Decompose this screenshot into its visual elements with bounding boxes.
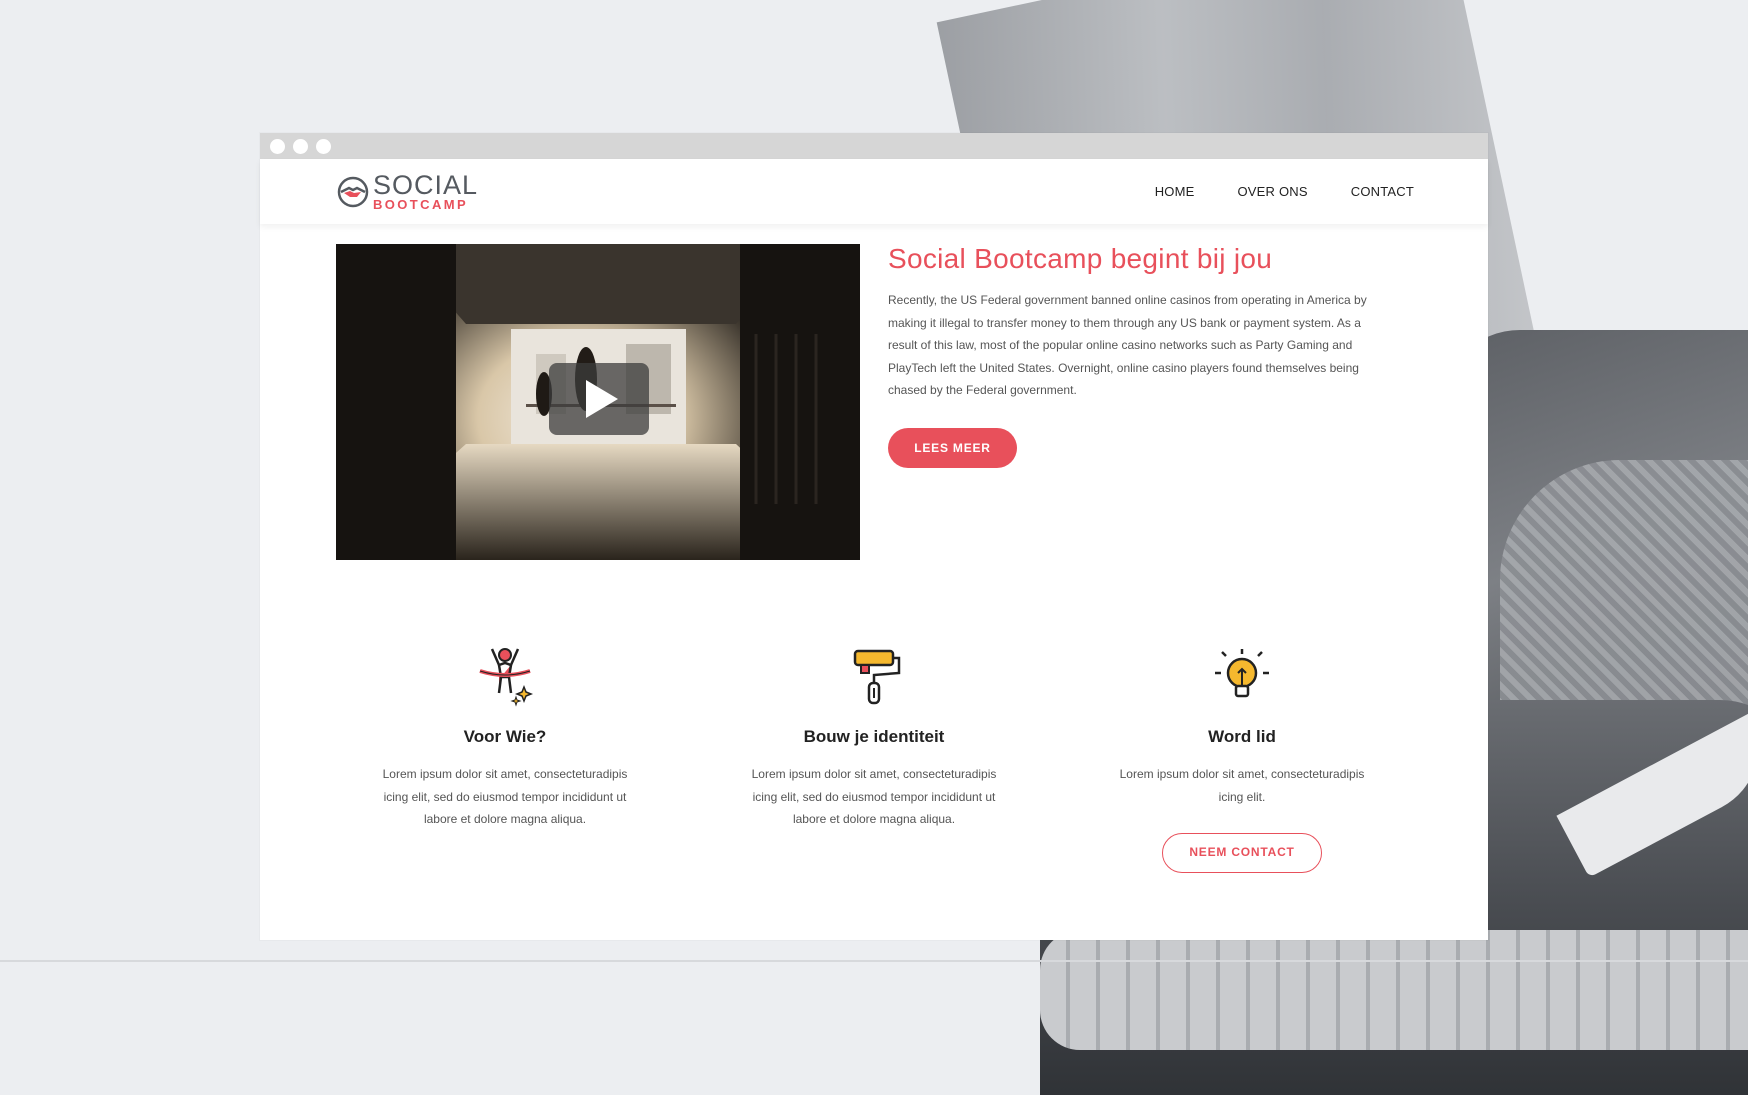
video-player[interactable]: [336, 244, 860, 560]
features-section: Voor Wie? Lorem ipsum dolor sit amet, co…: [260, 643, 1488, 913]
hero-paragraph: Recently, the US Federal government bann…: [888, 293, 1367, 398]
hero-title: Social Bootcamp begint bij jou: [888, 243, 1273, 274]
feature-text: Lorem ipsum dolor sit amet, consectetura…: [1119, 767, 1365, 804]
nav-home[interactable]: HOME: [1155, 184, 1195, 199]
background-sole: [1040, 930, 1748, 1050]
background-floor-line: [0, 960, 1748, 962]
logo-text-social: SOCIAL: [373, 170, 479, 200]
logo-text-bootcamp: BOOTCAMP: [373, 197, 469, 212]
finish-line-runner-icon: [479, 648, 534, 707]
play-button[interactable]: [549, 363, 649, 435]
browser-window: SOCIAL BOOTCAMP HOME OVER ONS CONTACT So…: [260, 133, 1488, 940]
hero-content: Social Bootcamp begint bij jou Recently,…: [888, 243, 1388, 468]
neem-contact-button[interactable]: NEEM CONTACT: [1162, 833, 1322, 874]
lightbulb-icon: [1215, 649, 1269, 698]
feature-title: Voor Wie?: [463, 727, 547, 746]
play-icon: [586, 380, 618, 418]
feature-text: Lorem ipsum dolor sit amet, consectetura…: [382, 767, 628, 827]
feature-title: Word lid: [1208, 727, 1276, 746]
feature-voor-wie: Voor Wie? Lorem ipsum dolor sit amet, co…: [375, 643, 635, 831]
feature-bouw-je-identiteit: Bouw je identiteit Lorem ipsum dolor sit…: [744, 643, 1004, 831]
feature-text: Lorem ipsum dolor sit amet, consectetura…: [751, 767, 997, 827]
feature-title: Bouw je identiteit: [803, 727, 945, 746]
window-dot-close[interactable]: [270, 138, 285, 154]
handshake-logo-icon: [337, 176, 369, 207]
window-dot-minimize[interactable]: [293, 138, 308, 154]
nav-contact[interactable]: CONTACT: [1351, 184, 1414, 199]
site-header: SOCIAL BOOTCAMP HOME OVER ONS CONTACT: [260, 159, 1488, 224]
paint-roller-icon: [853, 649, 901, 705]
logo[interactable]: SOCIAL BOOTCAMP: [337, 172, 478, 211]
window-dot-maximize[interactable]: [316, 138, 331, 154]
feature-word-lid: Word lid Lorem ipsum dolor sit amet, con…: [1112, 643, 1372, 874]
nav-over-ons[interactable]: OVER ONS: [1238, 184, 1308, 199]
browser-title-bar: [260, 133, 1488, 159]
hero-section: Social Bootcamp begint bij jou Recently,…: [260, 224, 1488, 584]
main-nav: HOME OVER ONS CONTACT: [1155, 184, 1414, 199]
lees-meer-button[interactable]: LEES MEER: [888, 427, 1017, 468]
